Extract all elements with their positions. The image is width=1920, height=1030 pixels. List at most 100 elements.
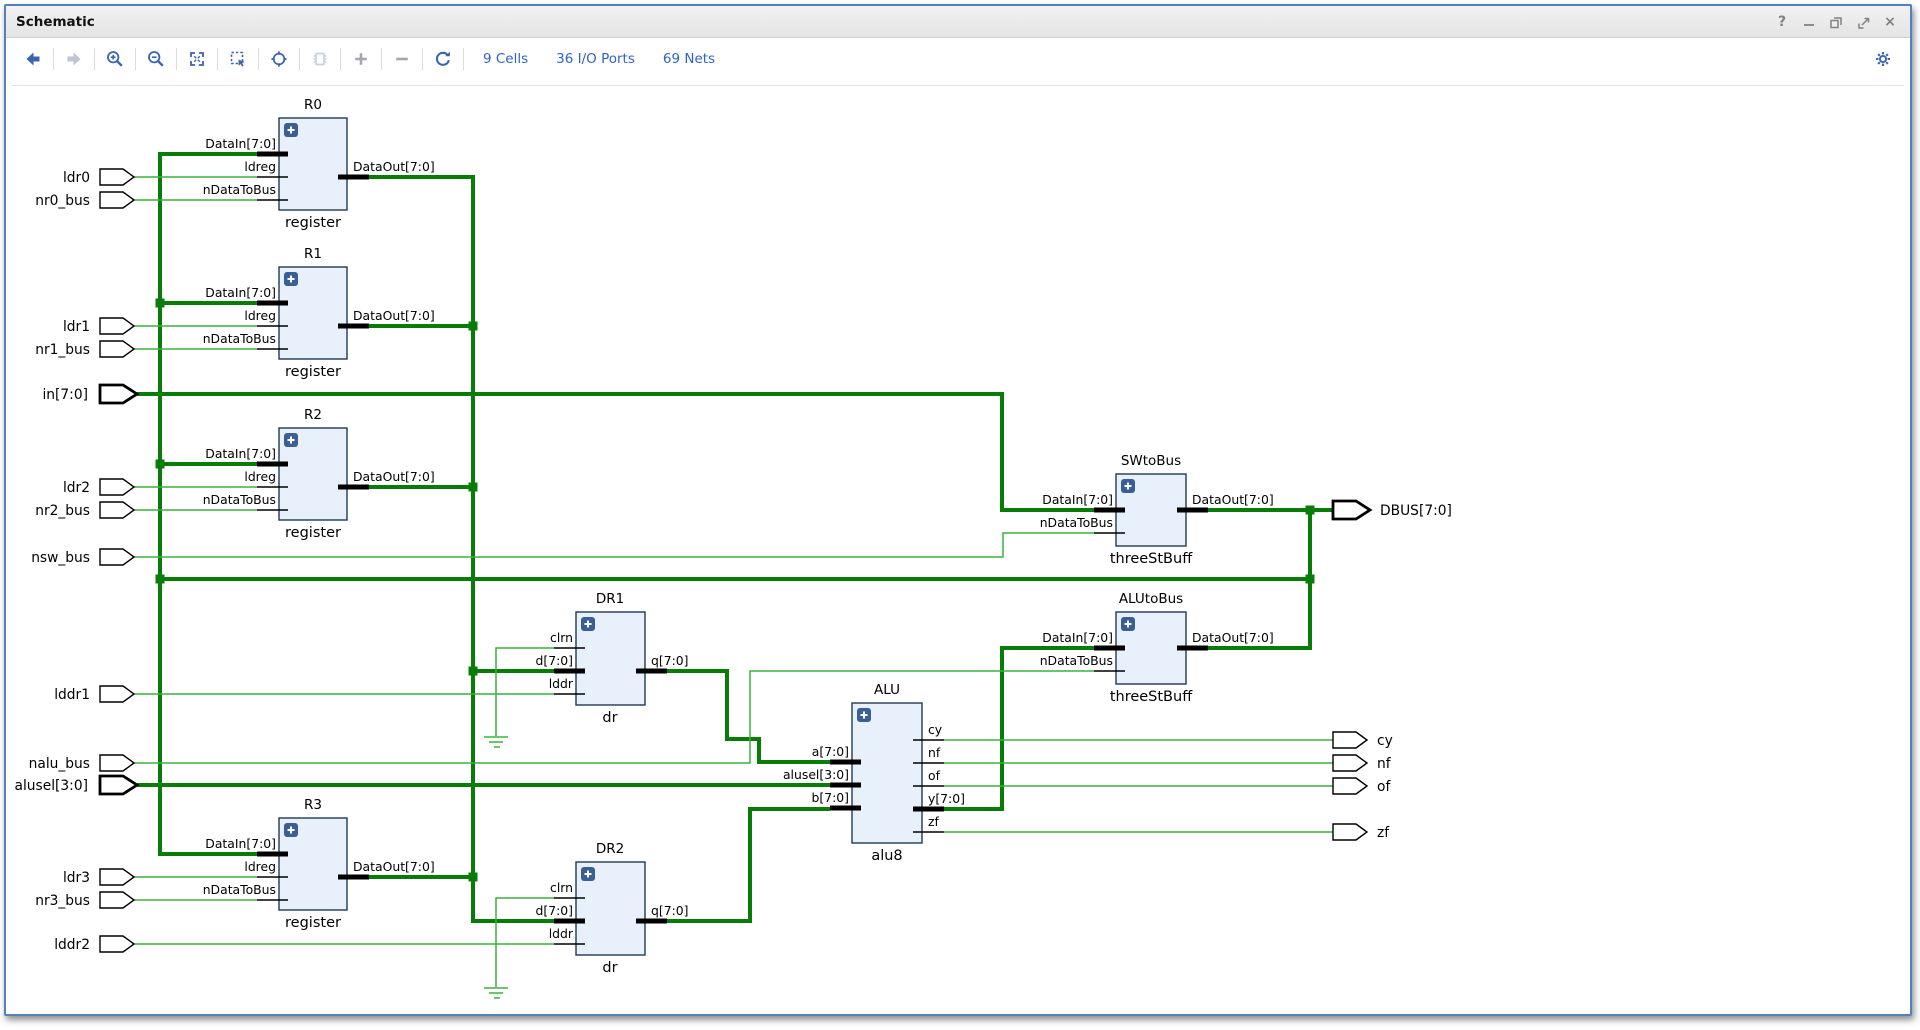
port-nalu-bus: nalu_bus xyxy=(29,754,136,772)
port-alusel: alusel[3:0] xyxy=(14,774,140,796)
port-nr1-bus: nr1_bus xyxy=(35,340,136,358)
port-in-bus: in[7:0] xyxy=(42,383,140,405)
pin-label: nDataToBus xyxy=(203,492,276,507)
ground-symbol xyxy=(484,987,508,999)
cell-type: register xyxy=(285,364,341,380)
port-label: nf xyxy=(1377,756,1392,772)
cell-body[interactable] xyxy=(851,702,923,844)
schematic-canvas: R0 register DataIn[7:0] ldreg nDataToBus… xyxy=(14,97,1452,999)
port-nf: nf xyxy=(1332,754,1392,772)
cell-type: dr xyxy=(602,960,617,976)
input-port-shape[interactable] xyxy=(99,168,136,186)
net-regout-vertical[interactable] xyxy=(369,175,554,923)
pin-label: DataIn[7:0] xyxy=(205,446,276,461)
pin-label: nDataToBus xyxy=(1040,653,1113,668)
port-label: nr2_bus xyxy=(35,503,90,519)
input-port-shape[interactable] xyxy=(99,935,136,953)
net-dr2-q[interactable] xyxy=(667,807,830,923)
cell-r1: R1 register DataIn[7:0] ldreg nDataToBus… xyxy=(203,246,435,380)
cell-type: register xyxy=(285,215,341,231)
port-label: nr1_bus xyxy=(35,342,90,358)
port-label: nsw_bus xyxy=(31,550,90,566)
port-label: lddr1 xyxy=(54,687,90,703)
port-label: alusel[3:0] xyxy=(14,778,88,794)
input-port-shape[interactable] xyxy=(99,891,136,909)
port-label: nr0_bus xyxy=(35,193,90,209)
input-port-shape[interactable] xyxy=(98,774,140,796)
pin-label: nDataToBus xyxy=(203,182,276,197)
port-lddr2: lddr2 xyxy=(54,935,136,953)
junction xyxy=(155,574,165,584)
junction xyxy=(468,666,478,676)
pin-label: DataOut[7:0] xyxy=(1192,492,1274,507)
cell-title: DR2 xyxy=(596,841,624,857)
pin-label: ldreg xyxy=(244,469,276,484)
pin-label: d[7:0] xyxy=(536,903,573,918)
input-port-shape[interactable] xyxy=(99,548,136,566)
cell-r0: R0 register DataIn[7:0] ldreg nDataToBus… xyxy=(203,97,435,231)
cell-title: R1 xyxy=(304,246,322,262)
input-port-shape[interactable] xyxy=(99,340,136,358)
pin-label: DataIn[7:0] xyxy=(205,836,276,851)
pin-label: DataIn[7:0] xyxy=(205,136,276,151)
pin-label: ldreg xyxy=(244,308,276,323)
port-label: zf xyxy=(1377,825,1390,841)
port-zf: zf xyxy=(1332,823,1390,841)
input-port-shape[interactable] xyxy=(99,754,136,772)
pin-label: clrn xyxy=(550,630,573,645)
input-port-shape[interactable] xyxy=(98,383,140,405)
input-port-shape[interactable] xyxy=(99,501,136,519)
pin-label: lddr xyxy=(549,926,574,941)
pin-label: clrn xyxy=(550,880,573,895)
port-label: nr3_bus xyxy=(35,893,90,909)
port-ldr0: ldr0 xyxy=(63,168,136,186)
port-label: in[7:0] xyxy=(42,387,88,403)
cell-title: R3 xyxy=(304,797,322,813)
output-port-shape[interactable] xyxy=(1332,754,1369,772)
output-port-shape[interactable] xyxy=(1332,823,1369,841)
junction xyxy=(155,298,165,308)
cell-type: register xyxy=(285,525,341,541)
port-label: lddr2 xyxy=(54,937,90,953)
pin-label: nDataToBus xyxy=(203,331,276,346)
pin-label: q[7:0] xyxy=(651,903,688,918)
pin-label: ldreg xyxy=(244,159,276,174)
port-nr2-bus: nr2_bus xyxy=(35,501,136,519)
cell-title: R2 xyxy=(304,407,322,423)
junction xyxy=(468,321,478,331)
port-label: ldr2 xyxy=(63,480,90,496)
cell-alu: ALU alu8 a[7:0] alusel[3:0] b[7:0] cy nf… xyxy=(783,682,965,864)
port-ldr2: ldr2 xyxy=(63,478,136,496)
cell-title: ALU xyxy=(874,682,900,698)
input-port-shape[interactable] xyxy=(99,478,136,496)
port-of: of xyxy=(1332,777,1391,795)
pin-label: zf xyxy=(928,814,940,829)
port-ldr1: ldr1 xyxy=(63,317,136,335)
net-alu-y[interactable] xyxy=(944,646,1094,811)
cell-title: ALUtoBus xyxy=(1119,591,1183,607)
junction xyxy=(468,482,478,492)
port-dbus: DBUS[7:0] xyxy=(1331,499,1452,521)
pin-label: DataOut[7:0] xyxy=(353,159,435,174)
cell-dr2: DR2 dr clrn d[7:0] lddr q[7:0] xyxy=(536,841,689,976)
output-port-shape[interactable] xyxy=(1332,777,1369,795)
input-port-shape[interactable] xyxy=(99,868,136,886)
port-nsw-bus: nsw_bus xyxy=(31,548,136,566)
pin-label: DataOut[7:0] xyxy=(353,469,435,484)
port-label: ldr1 xyxy=(63,319,90,335)
net-dr1-q[interactable] xyxy=(667,669,830,764)
input-port-shape[interactable] xyxy=(99,685,136,703)
input-port-shape[interactable] xyxy=(99,317,136,335)
pin-label: nf xyxy=(928,745,941,760)
output-port-shape[interactable] xyxy=(1331,499,1373,521)
cell-type: alu8 xyxy=(871,848,902,864)
port-nr3-bus: nr3_bus xyxy=(35,891,136,909)
input-port-shape[interactable] xyxy=(99,191,136,209)
pin-label: nDataToBus xyxy=(1040,515,1113,530)
pin-label: of xyxy=(928,768,941,783)
junction xyxy=(1305,574,1315,584)
port-lddr1: lddr1 xyxy=(54,685,136,703)
net-nsw-bus[interactable] xyxy=(134,532,1094,558)
output-port-shape[interactable] xyxy=(1332,731,1369,749)
junction xyxy=(468,872,478,882)
